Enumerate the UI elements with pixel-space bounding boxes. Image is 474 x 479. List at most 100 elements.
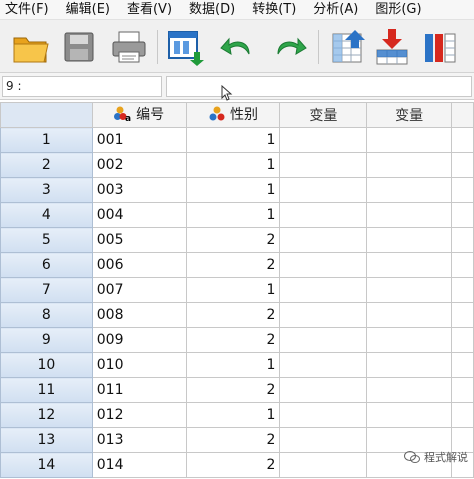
cell-empty[interactable] [451,227,474,253]
cell-id[interactable]: 007 [91,277,187,303]
cell-empty[interactable] [451,377,474,403]
row-header[interactable]: 14 [0,452,93,478]
row-header[interactable]: 11 [0,377,93,403]
cell-id[interactable]: 010 [91,352,187,378]
row-header[interactable]: 1 [0,127,93,153]
cell-value-input[interactable] [166,76,472,97]
cell-sex[interactable]: 1 [185,352,281,378]
cell-id[interactable]: 001 [91,127,187,153]
cell-empty[interactable] [366,402,453,428]
row-header[interactable]: 5 [0,227,93,253]
cell-empty[interactable] [279,377,368,403]
cell-empty[interactable] [279,327,368,353]
cell-sex[interactable]: 2 [185,302,281,328]
cell-reference-box[interactable]: 9 : [2,76,162,97]
open-folder-icon[interactable] [10,26,52,68]
row-header[interactable]: 9 [0,327,93,353]
cell-empty[interactable] [451,402,474,428]
cell-sex[interactable]: 2 [185,327,281,353]
cell-empty[interactable] [279,427,368,453]
menu-data[interactable]: 数据(D) [184,0,235,20]
cell-id[interactable]: 005 [91,227,187,253]
column-header-empty[interactable]: 变量 [366,102,453,128]
cell-empty[interactable] [451,177,474,203]
menu-transform[interactable]: 转换(T) [247,0,296,20]
cell-id[interactable]: 008 [91,302,187,328]
menu-file[interactable]: 文件(F) [0,0,49,20]
cell-sex[interactable]: 1 [185,277,281,303]
cell-empty[interactable] [451,152,474,178]
cell-empty[interactable] [279,202,368,228]
cell-empty[interactable] [451,127,474,153]
cell-empty[interactable] [366,177,453,203]
cell-empty[interactable] [366,227,453,253]
cell-sex[interactable]: 1 [185,177,281,203]
column-header-sex[interactable]: 性别 [185,102,281,128]
row-header[interactable]: 13 [0,427,93,453]
row-header[interactable]: 8 [0,302,93,328]
menu-edit[interactable]: 编辑(E) [61,0,110,20]
row-header[interactable]: 2 [0,152,93,178]
cell-empty[interactable] [451,327,474,353]
variables-icon[interactable] [419,26,461,68]
cell-empty[interactable] [366,377,453,403]
cell-empty[interactable] [366,202,453,228]
print-icon[interactable] [108,26,150,68]
cell-empty[interactable] [279,152,368,178]
cell-empty[interactable] [366,252,453,278]
cell-sex[interactable]: 2 [185,252,281,278]
cell-empty[interactable] [451,202,474,228]
cell-sex[interactable]: 2 [185,377,281,403]
row-header[interactable]: 12 [0,402,93,428]
cell-id[interactable]: 009 [91,327,187,353]
cell-empty[interactable] [451,252,474,278]
cell-id[interactable]: 004 [91,202,187,228]
menu-graphs[interactable]: 图形(G) [370,0,421,20]
cell-sex[interactable]: 1 [185,152,281,178]
cell-id[interactable]: 006 [91,252,187,278]
row-header[interactable]: 7 [0,277,93,303]
cell-sex[interactable]: 2 [185,227,281,253]
cell-id[interactable]: 011 [91,377,187,403]
cell-id[interactable]: 002 [91,152,187,178]
cell-id[interactable]: 013 [91,427,187,453]
cell-empty[interactable] [451,302,474,328]
cell-sex[interactable]: 2 [185,452,281,478]
menu-view[interactable]: 查看(V) [122,0,172,20]
redo-icon[interactable] [268,26,310,68]
cell-id[interactable]: 012 [91,402,187,428]
cell-empty[interactable] [451,277,474,303]
cell-empty[interactable] [279,452,368,478]
cell-empty[interactable] [279,302,368,328]
cell-empty[interactable] [366,152,453,178]
undo-icon[interactable] [217,26,259,68]
row-header[interactable]: 4 [0,202,93,228]
column-header-partial[interactable] [451,102,474,128]
grid-corner[interactable] [0,102,93,128]
cell-empty[interactable] [279,402,368,428]
cell-empty[interactable] [279,127,368,153]
cell-sex[interactable]: 1 [185,402,281,428]
save-icon[interactable] [58,26,100,68]
cell-sex[interactable]: 2 [185,427,281,453]
cell-empty[interactable] [279,352,368,378]
cell-sex[interactable]: 1 [185,127,281,153]
toolbar-more-icon[interactable] [466,26,474,68]
menu-analyze[interactable]: 分析(A) [308,0,358,20]
cell-empty[interactable] [366,327,453,353]
recall-dialog-icon[interactable] [164,26,206,68]
cell-empty[interactable] [279,227,368,253]
cell-id[interactable]: 003 [91,177,187,203]
cell-empty[interactable] [366,277,453,303]
goto-case-icon[interactable] [325,26,367,68]
row-header[interactable]: 6 [0,252,93,278]
cell-empty[interactable] [279,252,368,278]
cell-sex[interactable]: 1 [185,202,281,228]
row-header[interactable]: 10 [0,352,93,378]
cell-empty[interactable] [279,177,368,203]
cell-empty[interactable] [366,302,453,328]
cell-empty[interactable] [366,352,453,378]
cell-empty[interactable] [451,352,474,378]
cell-empty[interactable] [279,277,368,303]
column-header-empty[interactable]: 变量 [279,102,368,128]
